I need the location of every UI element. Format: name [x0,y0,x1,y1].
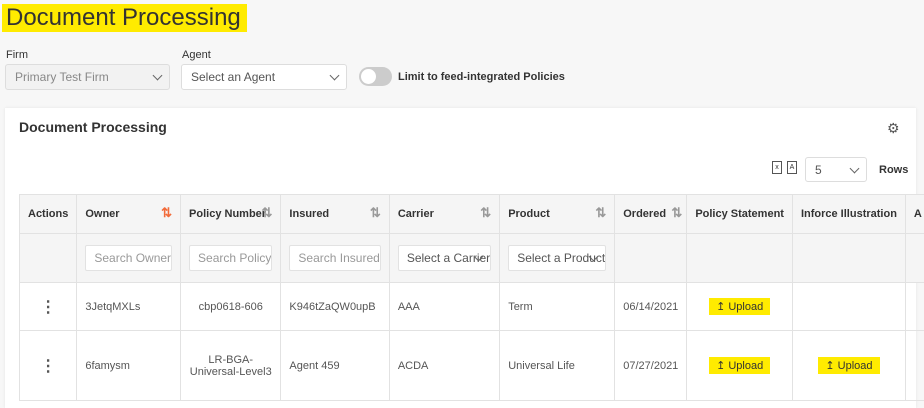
sort-icon[interactable]: ⇅ [595,205,606,221]
upload-icon: ↥ [716,301,728,313]
upload-button[interactable]: ↥ Upload [818,357,879,374]
table-row: ⋮ 6famysm LR-BGA-Universal-Level3 Agent … [20,331,924,401]
card-title: Document Processing [19,119,167,135]
col-product[interactable]: Product ⇅ [500,195,615,234]
col-owner[interactable]: Owner ⇅ [77,195,181,234]
col-ordered[interactable]: Ordered ⇅ [615,195,687,234]
rows-value: 5 [815,163,822,177]
upload-label: Upload [838,360,873,372]
product-cell: Universal Life [500,331,615,401]
chevron-down-icon [330,71,340,81]
col-label: Insured [289,208,329,220]
chevron-down-icon [153,71,163,81]
carrier-cell: AAA [389,283,499,331]
more-actions-icon[interactable]: ⋮ [20,331,77,401]
ordered-cell: 07/27/2021 [615,331,687,401]
firm-select[interactable]: Primary Test Firm [5,64,170,90]
chevron-down-icon [850,164,860,174]
upload-icon: ↥ [825,360,837,372]
feed-integrated-toggle[interactable] [359,67,392,86]
col-label: Carrier [398,208,434,220]
firm-value: Primary Test Firm [15,70,109,84]
col-insured[interactable]: Insured ⇅ [281,195,389,234]
gear-icon[interactable]: ⚙ [887,120,900,137]
upload-button[interactable]: ↥ Upload [709,298,770,315]
sort-icon[interactable]: ⇅ [671,205,682,221]
owner-cell: 6famysm [77,331,181,401]
upload-icon: ↥ [716,360,728,372]
policy-search-input[interactable]: Search Policy [189,245,272,271]
insured-search-input[interactable]: Search Insured [289,245,380,271]
col-truncated: A [905,195,924,234]
policy-link[interactable]: cbp0618-606 [181,283,281,331]
col-label: Policy Number [189,208,266,220]
product-cell: Term [500,283,615,331]
ordered-cell: 06/14/2021 [615,283,687,331]
agent-select[interactable]: Select an Agent [181,64,347,90]
sort-icon[interactable]: ⇅ [480,205,491,221]
toggle-label: Limit to feed-integrated Policies [398,71,565,83]
upload-button[interactable]: ↥ Upload [709,357,770,374]
col-actions: Actions [20,195,77,234]
col-label: Owner [85,208,119,220]
documents-table: Actions Owner⇅ Policy Number⇅ Insured⇅ C… [19,194,924,401]
agent-placeholder: Select an Agent [191,70,275,84]
toggle-knob [361,69,376,84]
col-label: Ordered [623,208,666,220]
insured-cell: Agent 459 [281,331,389,401]
owner-search-input[interactable]: Search Owner [85,245,172,271]
carrier-cell: ACDA [389,331,499,401]
upload-label: Upload [728,360,763,372]
excel-icon[interactable]: x [772,161,782,174]
sort-icon[interactable]: ⇅ [262,205,273,221]
firm-label: Firm [6,49,28,61]
agent-label: Agent [182,49,211,61]
rows-select[interactable]: 5 [805,157,867,182]
filter-empty [20,234,77,283]
insured-cell: K946tZaQW0upB [281,283,389,331]
page-title: Document Processing [2,4,247,32]
rows-label: Rows [879,164,908,176]
carrier-select[interactable]: Select a Carrier [398,245,491,271]
owner-cell: 3JetqMXLs [77,283,181,331]
sort-asc-icon[interactable]: ⇅ [161,205,172,221]
product-select[interactable]: Select a Product [508,245,606,271]
upload-label: Upload [728,301,763,313]
table-row: ⋮ 3JetqMXLs cbp0618-606 K946tZaQW0upB AA… [20,283,924,331]
col-policy-number[interactable]: Policy Number⇅ [181,195,281,234]
col-policy-statement: Policy Statement [687,195,793,234]
col-label: Product [508,208,550,220]
col-carrier[interactable]: Carrier ⇅ [389,195,499,234]
policy-link[interactable]: LR-BGA-Universal-Level3 [181,331,281,401]
pdf-icon[interactable]: A [787,161,797,174]
sort-icon[interactable]: ⇅ [370,205,381,221]
more-actions-icon[interactable]: ⋮ [20,283,77,331]
col-inforce-illustration: Inforce Illustration [792,195,905,234]
